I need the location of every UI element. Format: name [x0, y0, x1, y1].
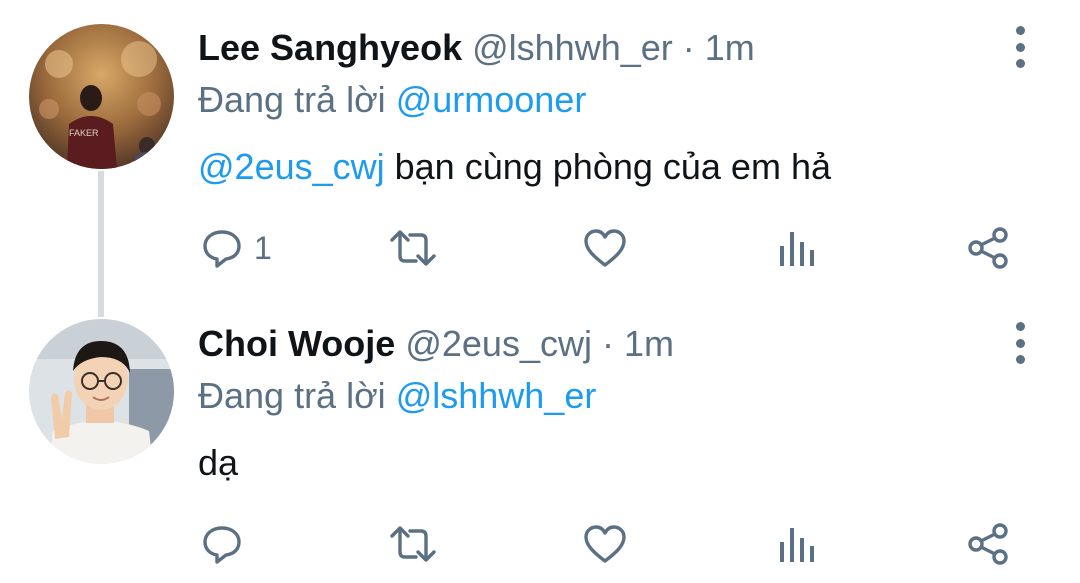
timestamp[interactable]: 1m [705, 27, 755, 68]
separator-dot: · [682, 27, 695, 68]
replying-to-line: Đang trả lời @lshhwh_er [198, 376, 596, 416]
body-text: bạn cùng phòng của em hả [384, 146, 831, 187]
tweet-text: dạ [198, 442, 238, 484]
body-text: dạ [198, 442, 239, 483]
tweet-text: @2eus_cwj bạn cùng phòng của em hả [198, 146, 831, 188]
tweet-header: Lee Sanghyeok @lshhwh_er · 1m [198, 28, 755, 68]
display-name[interactable]: Lee Sanghyeok [198, 27, 462, 68]
retweet-button[interactable] [388, 226, 438, 270]
heart-icon [584, 525, 626, 563]
retweet-icon [390, 230, 436, 266]
body-mention[interactable]: @2eus_cwj [198, 146, 385, 187]
analytics-button[interactable] [778, 226, 818, 270]
avatar[interactable]: FAKER [29, 24, 174, 169]
retweet-icon [390, 526, 436, 562]
analytics-icon [780, 528, 814, 562]
timestamp[interactable]: 1m [624, 323, 674, 364]
tweet-header: Choi Wooje @2eus_cwj · 1m [198, 324, 674, 364]
reply-icon [203, 526, 241, 564]
replying-prefix: Đang trả lời [198, 375, 386, 416]
tweet-1[interactable]: FAKER Lee Sanghyeok @lshhwh_er · 1m Đang… [0, 0, 1080, 317]
user-handle[interactable]: @2eus_cwj [405, 323, 592, 364]
reply-count: 1 [254, 229, 272, 266]
share-icon [968, 523, 1008, 565]
avatar[interactable] [29, 319, 174, 464]
analytics-icon [780, 232, 814, 266]
reply-icon [203, 230, 241, 268]
analytics-button[interactable] [778, 522, 818, 566]
replying-to-line: Đang trả lời @urmooner [198, 80, 586, 120]
display-name[interactable]: Choi Wooje [198, 323, 395, 364]
reply-button[interactable]: 1 [200, 226, 272, 270]
tweet-2[interactable]: Choi Wooje @2eus_cwj · 1m Đang trả lời @… [0, 300, 1080, 583]
separator-dot: · [602, 323, 614, 364]
replying-to-mention[interactable]: @urmooner [396, 79, 587, 120]
share-button[interactable] [966, 226, 1012, 270]
like-button[interactable] [582, 522, 628, 566]
share-button[interactable] [966, 522, 1012, 566]
replying-to-mention[interactable]: @lshhwh_er [396, 375, 597, 416]
more-vertical-icon[interactable] [1008, 322, 1032, 364]
more-vertical-icon[interactable] [1008, 26, 1032, 68]
share-icon [968, 227, 1008, 269]
reply-button[interactable] [200, 522, 254, 566]
replying-prefix: Đang trả lời [198, 79, 386, 120]
retweet-button[interactable] [388, 522, 438, 566]
avatar-jersey-text: FAKER [69, 128, 99, 138]
heart-icon [584, 229, 626, 267]
user-handle[interactable]: @lshhwh_er [472, 27, 673, 68]
thread-line [98, 171, 104, 317]
like-button[interactable] [582, 226, 628, 270]
